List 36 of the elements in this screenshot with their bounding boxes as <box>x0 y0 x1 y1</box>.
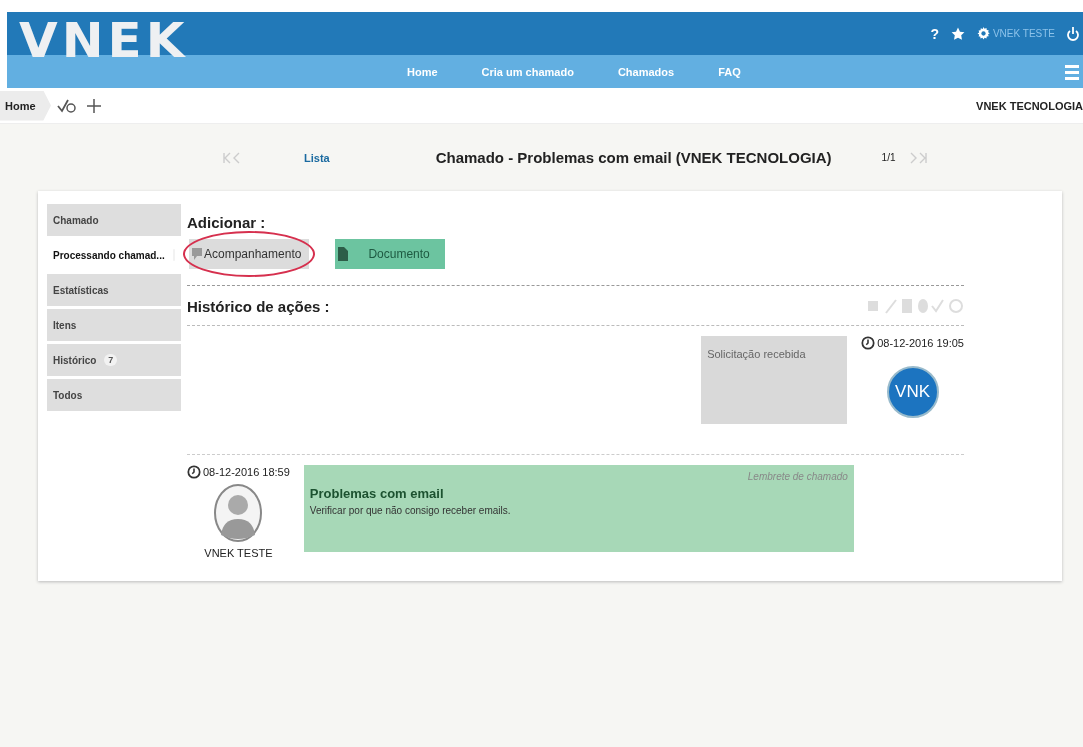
section-heading: Adicionar : <box>187 214 267 231</box>
section-heading: Histórico de ações : <box>187 298 330 315</box>
document-icon <box>338 247 349 261</box>
count-badge: 7 <box>104 354 118 366</box>
check-icon[interactable] <box>57 98 77 113</box>
clock-icon <box>187 465 201 479</box>
author-name: VNEK TESTE <box>204 547 273 559</box>
message-text: Solicitação recebida <box>707 348 806 360</box>
reminder-title: Problemas com email <box>309 486 445 501</box>
speech-bubble-icon <box>192 248 202 260</box>
menu-icon[interactable] <box>1065 63 1079 80</box>
sidebar-tab[interactable]: Estatísticas <box>47 274 181 306</box>
sidebar-tab[interactable]: Chamado <box>47 204 181 236</box>
timestamp: 08-12-2016 19:05 <box>861 336 964 350</box>
breadcrumb-home[interactable]: Home <box>0 90 51 121</box>
reminder-text: Verificar por que não consigo receber emails. <box>309 505 512 516</box>
power-icon[interactable] <box>1067 26 1079 41</box>
help-icon[interactable]: ? <box>930 25 939 42</box>
settings-icon[interactable] <box>976 27 990 40</box>
timestamp: 08-12-2016 18:59 <box>187 465 290 479</box>
avatar: VNK <box>886 366 939 418</box>
entity-name: VNEK TECNOLOGIA <box>976 99 1083 112</box>
page-title: Chamado - Problemas com email (VNEK TECNOLOGIA) <box>435 149 832 166</box>
clock-icon <box>861 336 876 350</box>
avatar <box>213 483 264 543</box>
page-count: 1/1 <box>881 152 896 163</box>
plus-icon[interactable] <box>87 98 101 113</box>
reminder-tag: Lembrete de chamado <box>747 471 848 482</box>
sidebar-tab[interactable]: Todos <box>47 379 181 411</box>
logo: VNEK <box>19 17 189 65</box>
list-link[interactable]: Lista <box>304 151 330 164</box>
sidebar-tab[interactable]: Itens <box>47 309 181 341</box>
sidebar-tab[interactable]: Histórico 7 <box>47 344 181 376</box>
star-icon[interactable] <box>950 26 965 41</box>
add-button[interactable]: Documento <box>335 239 446 269</box>
add-button[interactable]: Acompanhamento <box>189 239 310 269</box>
